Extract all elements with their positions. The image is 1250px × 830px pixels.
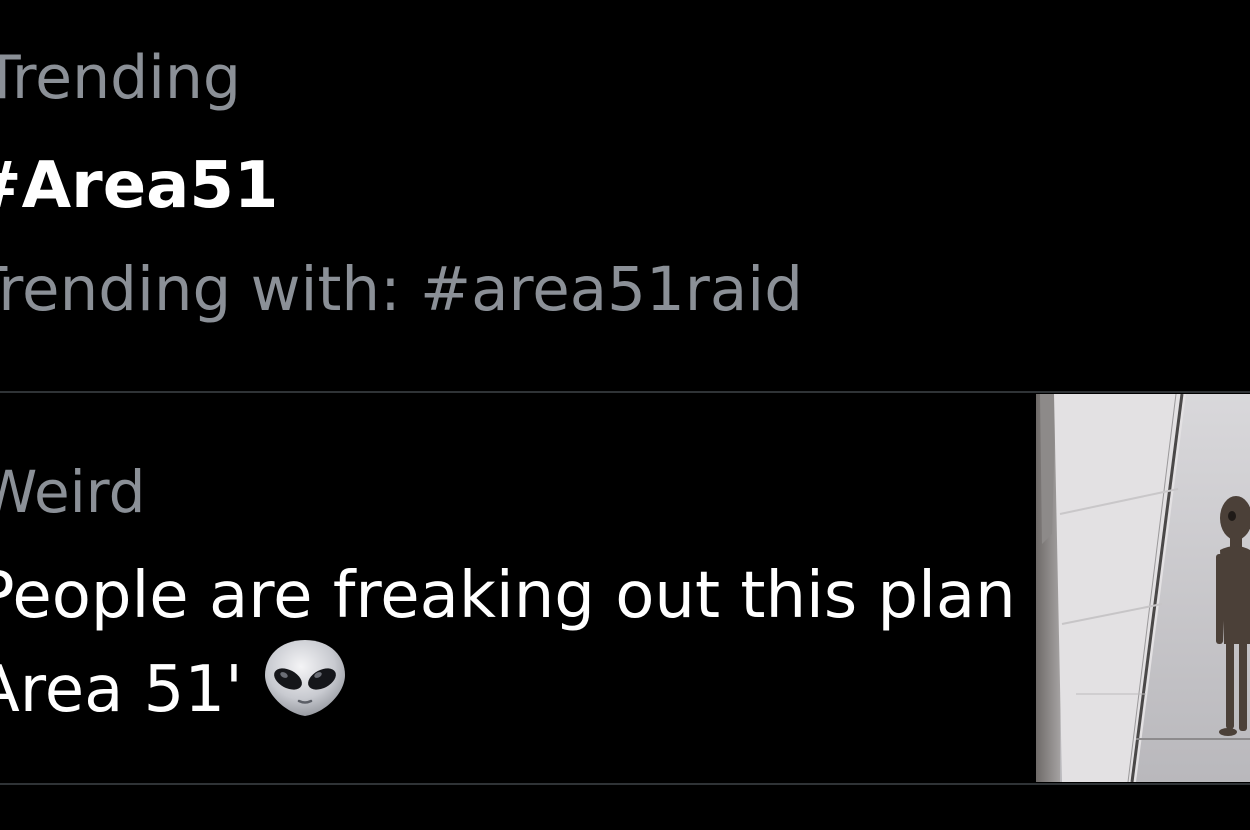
trend-related-hashtags[interactable]: Trending with: #area51raid [0,254,803,326]
alien-emoji-icon [261,637,349,739]
story-headline-line-1: People are freaking out this plan to 'st… [0,559,1250,633]
story-category: Weird [0,458,146,526]
trend-title[interactable]: #Area51 [0,150,278,222]
trend-context-label: Trending [0,43,241,113]
divider [0,783,1250,785]
trend-item-area51[interactable]: Trending #Area51 Trending with: #area51r… [0,0,1250,392]
trends-screen: Trending #Area51 Trending with: #area51r… [0,0,1250,830]
story-headline-line-2: Area 51' [0,637,1026,739]
story-headline-line-2-text: Area 51' [0,653,243,727]
story-headline[interactable]: People are freaking out this plan to 'st… [0,555,1250,739]
story-thumbnail[interactable] [1036,394,1250,782]
